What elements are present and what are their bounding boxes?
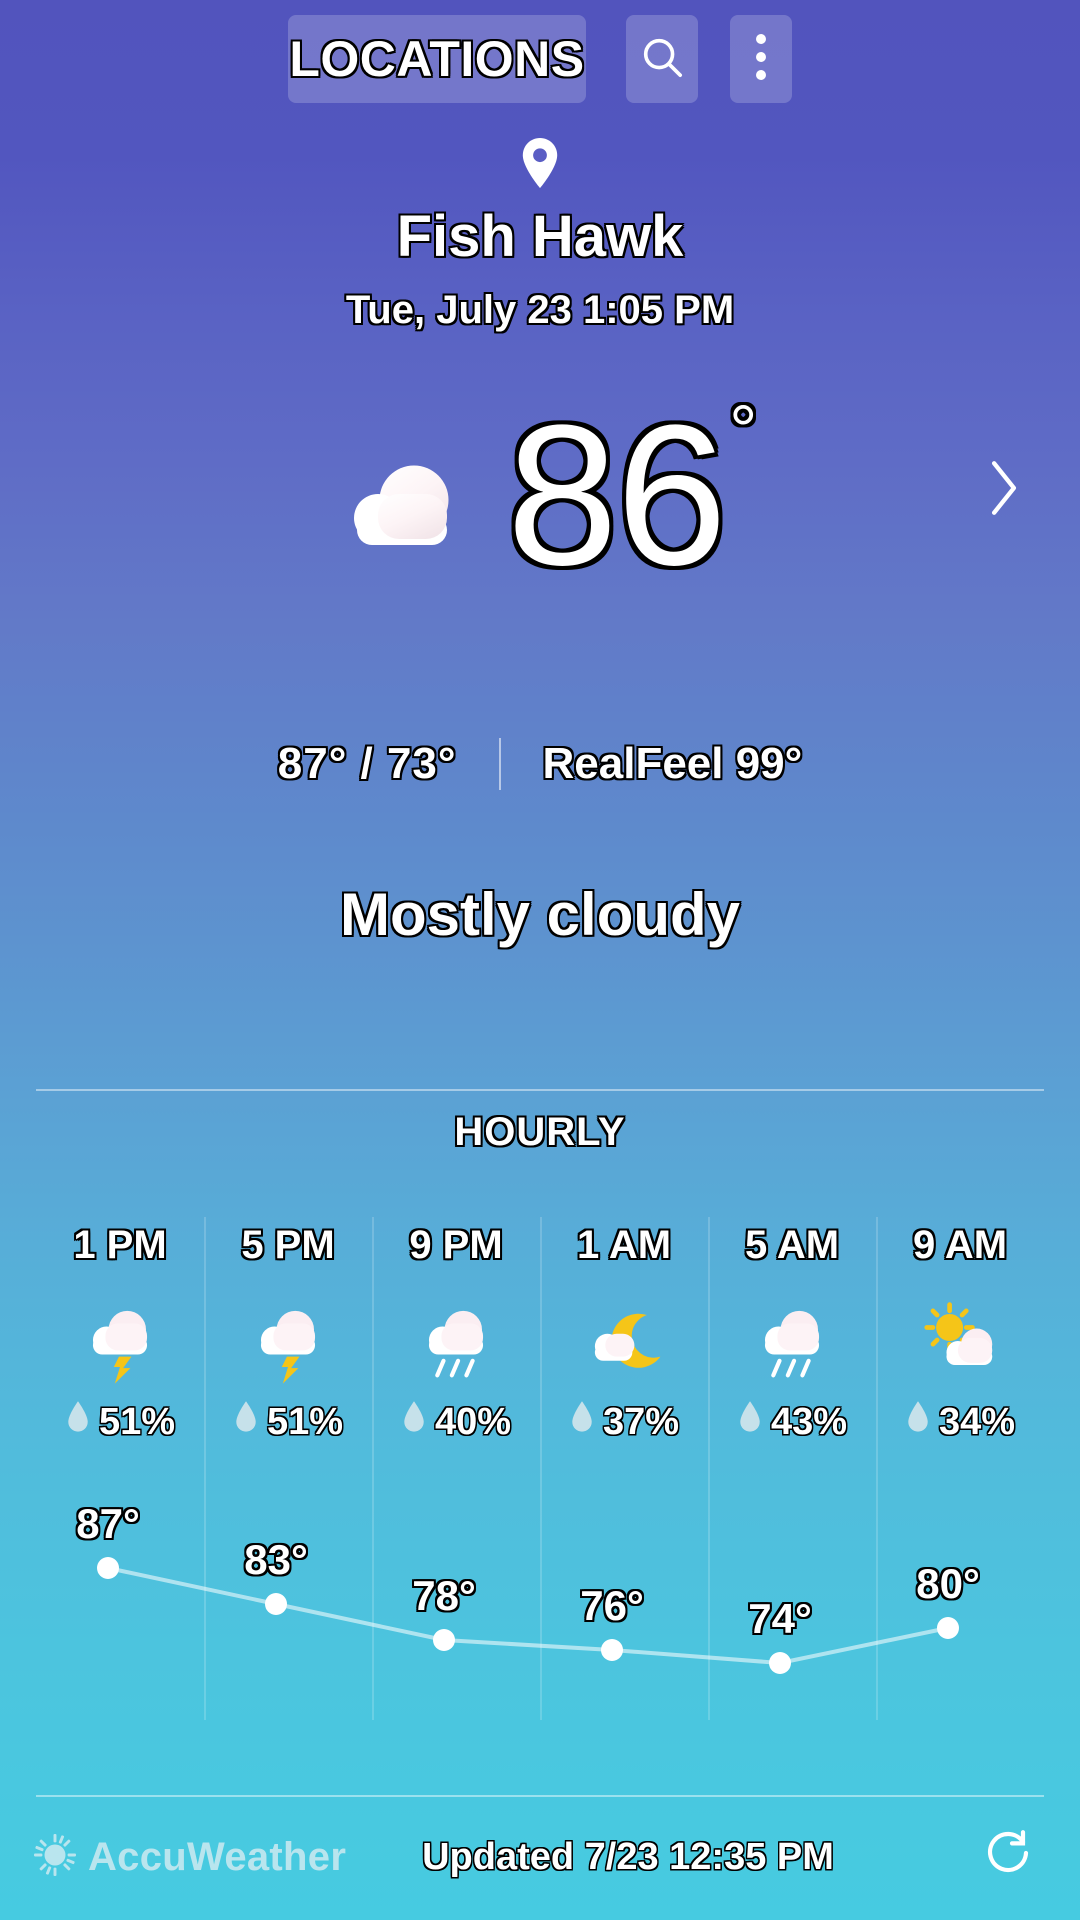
location-header: Fish Hawk Tue, July 23 1:05 PM xyxy=(0,138,1080,333)
last-updated-label: Updated 7/23 12:35 PM xyxy=(422,1835,834,1878)
precipitation: 40% xyxy=(372,1400,540,1444)
search-icon xyxy=(639,34,685,85)
precipitation: 51% xyxy=(36,1400,204,1444)
chart-temp-label: 78° xyxy=(412,1572,476,1619)
refresh-button[interactable] xyxy=(982,1827,1038,1888)
temperature-line xyxy=(97,1557,959,1674)
top-bar: LOCATIONS xyxy=(0,0,1080,118)
current-temperature: 86 xyxy=(506,384,727,607)
precipitation: 34% xyxy=(876,1400,1044,1444)
droplet-icon xyxy=(905,1400,931,1444)
droplet-icon xyxy=(737,1400,763,1444)
search-button[interactable] xyxy=(626,15,698,103)
overflow-menu-button[interactable] xyxy=(730,15,792,103)
chart-temp-label: 76° xyxy=(580,1582,644,1629)
rain-icon xyxy=(372,1288,540,1392)
hourly-column[interactable]: 1 AM 37% xyxy=(540,1205,708,1720)
hourly-forecast[interactable]: 1 PM 51% 5 PM 51% 9 PM 40% 1 AM 37% 5 AM… xyxy=(36,1205,1044,1720)
overflow-menu-icon xyxy=(755,31,767,88)
weather-phrase: Mostly cloudy xyxy=(339,881,741,948)
hourly-column[interactable]: 1 PM 51% xyxy=(36,1205,204,1505)
hourly-section-title: HOURLY xyxy=(454,1110,626,1154)
droplet-icon xyxy=(65,1400,91,1444)
detail-divider xyxy=(498,738,501,790)
current-conditions[interactable]: 86° xyxy=(0,391,1080,596)
hour-label: 9 PM xyxy=(409,1223,503,1267)
precipitation-value: 37% xyxy=(602,1400,680,1443)
precipitation-value: 51% xyxy=(98,1400,176,1443)
hour-label: 5 PM xyxy=(241,1223,335,1267)
chart-temp-label: 83° xyxy=(244,1536,308,1583)
precipitation-value: 51% xyxy=(266,1400,344,1443)
hourly-temperature-chart: 87° 83° 78° 76° 74° 80° xyxy=(36,1500,1044,1740)
hourly-column[interactable]: 5 PM 51% xyxy=(204,1205,372,1720)
hour-label: 1 PM xyxy=(73,1223,167,1267)
precipitation-value: 34% xyxy=(938,1400,1016,1443)
accuweather-brand[interactable]: AccuWeather xyxy=(34,1833,347,1881)
temperature-details: 87° / 73° RealFeel 99° xyxy=(0,738,1080,790)
precipitation: 37% xyxy=(540,1400,708,1444)
accuweather-brand-label: AccuWeather xyxy=(88,1834,347,1879)
droplet-icon xyxy=(401,1400,427,1444)
locations-button[interactable]: LOCATIONS xyxy=(288,15,586,103)
accuweather-sun-icon xyxy=(34,1833,76,1881)
precipitation: 43% xyxy=(708,1400,876,1444)
high-low-temperature: 87° / 73° xyxy=(277,739,457,788)
mostly-cloudy-icon xyxy=(327,434,477,584)
precipitation-value: 40% xyxy=(434,1400,512,1443)
current-temperature-degree: ° xyxy=(729,391,758,469)
refresh-icon xyxy=(982,1829,1038,1887)
droplet-icon xyxy=(569,1400,595,1444)
hour-label: 9 AM xyxy=(912,1223,1008,1267)
precipitation-value: 43% xyxy=(770,1400,848,1443)
chart-temp-label: 74° xyxy=(748,1595,812,1642)
chevron-right-icon xyxy=(984,461,1024,525)
thunderstorm-icon xyxy=(204,1288,372,1392)
hour-label: 1 AM xyxy=(576,1223,672,1267)
location-pin-icon xyxy=(0,138,1080,193)
hourly-column[interactable]: 9 PM 40% xyxy=(372,1205,540,1720)
partly-cloudy-night-icon xyxy=(540,1288,708,1392)
hourly-column[interactable]: 5 AM 43% xyxy=(708,1205,876,1720)
droplet-icon xyxy=(233,1400,259,1444)
partly-sunny-icon xyxy=(876,1288,1044,1392)
section-divider-top xyxy=(36,1089,1044,1091)
hour-label: 5 AM xyxy=(744,1223,840,1267)
precipitation: 51% xyxy=(204,1400,372,1444)
next-location-button[interactable] xyxy=(984,455,1044,521)
realfeel-temperature: RealFeel 99° xyxy=(542,739,803,788)
rain-icon xyxy=(708,1288,876,1392)
chart-temp-label: 87° xyxy=(76,1500,140,1547)
city-name: Fish Hawk xyxy=(396,204,684,269)
thunderstorm-icon xyxy=(36,1288,204,1392)
locations-button-label: LOCATIONS xyxy=(289,31,585,87)
footer-bar: AccuWeather Updated 7/23 12:35 PM xyxy=(0,1794,1080,1920)
chart-temp-label: 80° xyxy=(916,1560,980,1607)
current-datetime: Tue, July 23 1:05 PM xyxy=(345,287,735,332)
hourly-column[interactable]: 9 AM 34% xyxy=(876,1205,1044,1720)
